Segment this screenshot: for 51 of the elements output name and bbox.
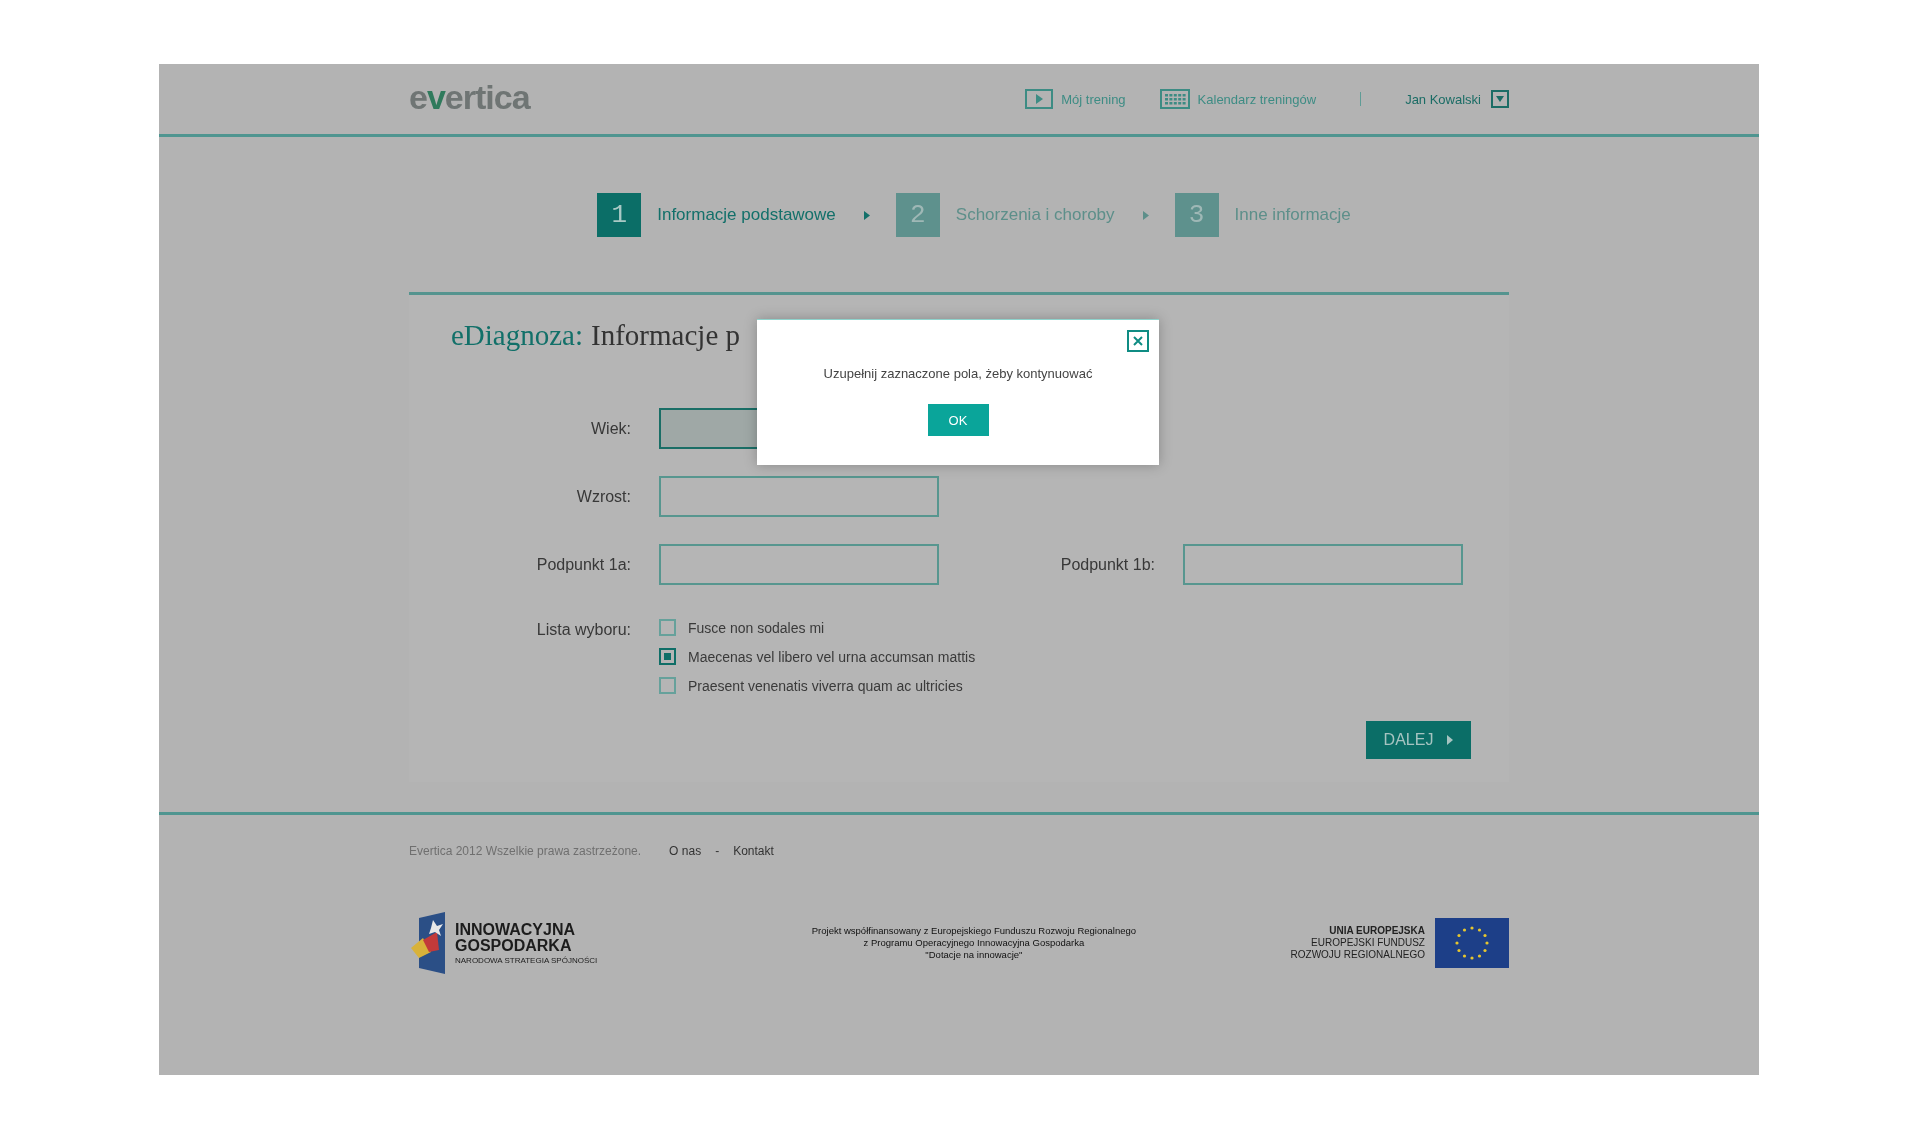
logo-text: ROZWOJU REGIONALNEGO [1290,949,1425,961]
flag-stars-icon [409,912,447,974]
copyright-text: Evertica 2012 Wszelkie prawa zastrzeżone. [409,844,642,858]
input-field[interactable] [1183,544,1463,585]
nav-link[interactable]: Kalendarz treningów [1197,91,1317,107]
arrow-right-icon [863,210,870,220]
step-label[interactable]: Inne informacje [1234,205,1351,225]
step-number: 1 [597,193,642,237]
logo-text: GOSPODARKA [455,937,573,954]
step-number: 3 [1174,193,1219,237]
dropdown-caret-icon[interactable] [1491,90,1509,108]
funding-text: Projekt współfinansowany z Europejskiego Funduszu Rozwoju Regionalnego [811,925,1136,937]
funding-text: "Dotacje na innowacje" [925,949,1023,961]
play-icon [1025,89,1054,109]
field-label: Wiek: [590,419,631,438]
checkbox-label: Praesent venenatis viverra quam ac ultricies [688,677,963,694]
nav-link[interactable]: Mój trening [1061,91,1126,107]
caret-icon [1447,735,1454,745]
checkbox[interactable] [659,648,676,665]
logo[interactable]: evertica [409,77,530,117]
field-label: Wzrost: [575,487,631,506]
input-field[interactable] [659,544,939,585]
logo-text: INNOWACYJNA [455,921,576,938]
arrow-right-icon [1142,210,1149,220]
step-number: 2 [895,193,940,237]
logo-text: EUROPEJSKI FUNDUSZ [1311,937,1425,949]
checkbox-label: Maecenas vel libero vel urna accumsan mattis [688,648,976,665]
next-button[interactable]: DALEJ [1366,721,1471,759]
form-title: Informacje p [591,319,740,352]
footer-link[interactable]: Kontakt [733,844,774,858]
eu-flag-icon [1435,918,1509,968]
calendar-icon [1159,89,1190,109]
field-label: Lista wyboru: [535,620,631,640]
link-separator: - [715,844,720,858]
field-label: Podpunkt 1a: [535,555,631,574]
input-field[interactable] [659,476,939,517]
form-title-prefix: eDiagnoza: [451,319,584,352]
logo-subtitle: NARODOWA STRATEGIA SPÓJNOŚCI [455,955,598,965]
step-label[interactable]: Schorzenia i choroby [955,205,1115,225]
dialog-message: Uzupełnij zaznaczone pola, żeby kontynuować [823,366,1093,381]
step-label[interactable]: Informacje podstawowe [657,205,836,225]
checkbox-label: Fusce non sodales mi [688,619,825,636]
footer-link[interactable]: O nas [669,844,702,858]
checkbox[interactable] [659,677,676,694]
checkbox[interactable] [659,619,676,636]
funding-text: z Programu Operacyjnego Innowacyjna Gospodarka [863,937,1085,949]
logo-text: UNIA EUROPEJSKA [1329,925,1425,937]
close-icon[interactable] [1127,330,1149,352]
ok-button[interactable]: OK [927,404,989,436]
user-name[interactable]: Jan Kowalski [1405,91,1481,107]
field-label: Podpunkt 1b: [1059,555,1155,574]
